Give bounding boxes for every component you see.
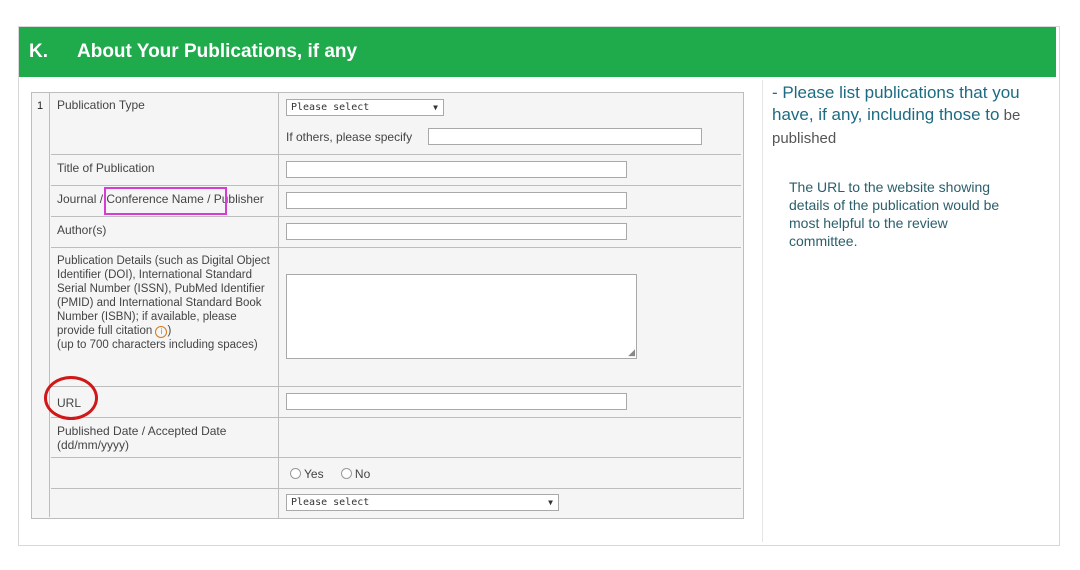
radio-cell: Yes No	[280, 458, 741, 489]
title-input[interactable]	[286, 161, 627, 178]
details-label-close: )	[167, 325, 172, 337]
title-label: Title of Publication	[51, 155, 279, 186]
yes-option[interactable]: Yes	[290, 467, 324, 481]
authors-cell	[280, 217, 741, 248]
title-cell	[280, 155, 741, 186]
publication-type-select[interactable]: Please select ▼	[286, 99, 444, 116]
last-select-value: Please select	[291, 497, 370, 508]
sidebar-title-main: Please list publications that you have, …	[772, 83, 1020, 124]
authors-input[interactable]	[286, 223, 627, 240]
info-circle-icon[interactable]: i	[155, 326, 168, 338]
yes-label: Yes	[304, 467, 324, 481]
details-textarea[interactable]: ◢	[286, 274, 637, 359]
last-select-label	[51, 489, 279, 518]
journal-input[interactable]	[286, 192, 627, 209]
radio-group: Yes No	[290, 467, 370, 481]
last-select-cell: Please select ▼	[280, 489, 741, 518]
journal-label-a: Journal /	[57, 192, 107, 206]
radio-row-label	[51, 458, 279, 489]
yes-radio[interactable]	[290, 468, 301, 479]
section-letter: K.	[29, 41, 48, 62]
last-select[interactable]: Please select ▼	[286, 494, 559, 511]
publication-type-cell: Please select ▼ If others, please specif…	[280, 92, 741, 154]
sidebar-note: The URL to the website showing details o…	[789, 179, 1000, 249]
published-date-row: Published Date / Accepted Date (dd/mm/yy…	[51, 417, 741, 458]
authors-label: Author(s)	[51, 217, 279, 248]
details-label-text: Publication Details (such as Digital Obj…	[57, 255, 270, 337]
details-cell: ◢	[280, 248, 741, 387]
published-date-cell	[280, 418, 741, 458]
no-option[interactable]: No	[340, 467, 371, 481]
section-header: K. About Your Publications, if any	[19, 27, 1056, 77]
publication-type-row: Publication Type Please select ▼ If othe…	[51, 92, 741, 154]
sidebar-title: - Please list publications that you have…	[772, 82, 1042, 150]
title-row: Title of Publication	[51, 154, 741, 186]
no-label: No	[354, 467, 371, 481]
journal-cell	[280, 186, 741, 217]
url-row: URL	[51, 386, 741, 418]
sidebar-divider	[762, 80, 763, 542]
section-title: About Your Publications, if any	[77, 41, 358, 62]
no-radio[interactable]	[340, 468, 352, 479]
url-input[interactable]	[286, 393, 627, 410]
last-select-row: Please select ▼	[51, 488, 741, 518]
url-cell	[280, 387, 741, 418]
resize-grip-icon[interactable]: ◢	[628, 347, 635, 358]
details-label: Publication Details (such as Digital Obj…	[51, 248, 279, 387]
others-specify-input[interactable]	[428, 128, 702, 145]
url-highlight-circle	[44, 376, 98, 420]
publication-type-select-value: Please select	[291, 102, 370, 113]
conference-highlight-box	[104, 187, 227, 215]
published-date-label: Published Date / Accepted Date (dd/mm/yy…	[51, 418, 279, 458]
others-specify-label: If others, please specify	[286, 130, 413, 144]
sidebar-dash: -	[772, 83, 778, 102]
radio-row: Yes No	[51, 457, 741, 489]
details-char-note: (up to 700 characters including spaces)	[57, 339, 258, 351]
publication-type-label: Publication Type	[51, 92, 279, 154]
chevron-down-icon: ▼	[548, 498, 553, 507]
chevron-down-icon: ▼	[433, 103, 438, 112]
details-row: Publication Details (such as Digital Obj…	[51, 247, 741, 387]
authors-row: Author(s)	[51, 216, 741, 248]
row-number: 1	[31, 92, 50, 517]
